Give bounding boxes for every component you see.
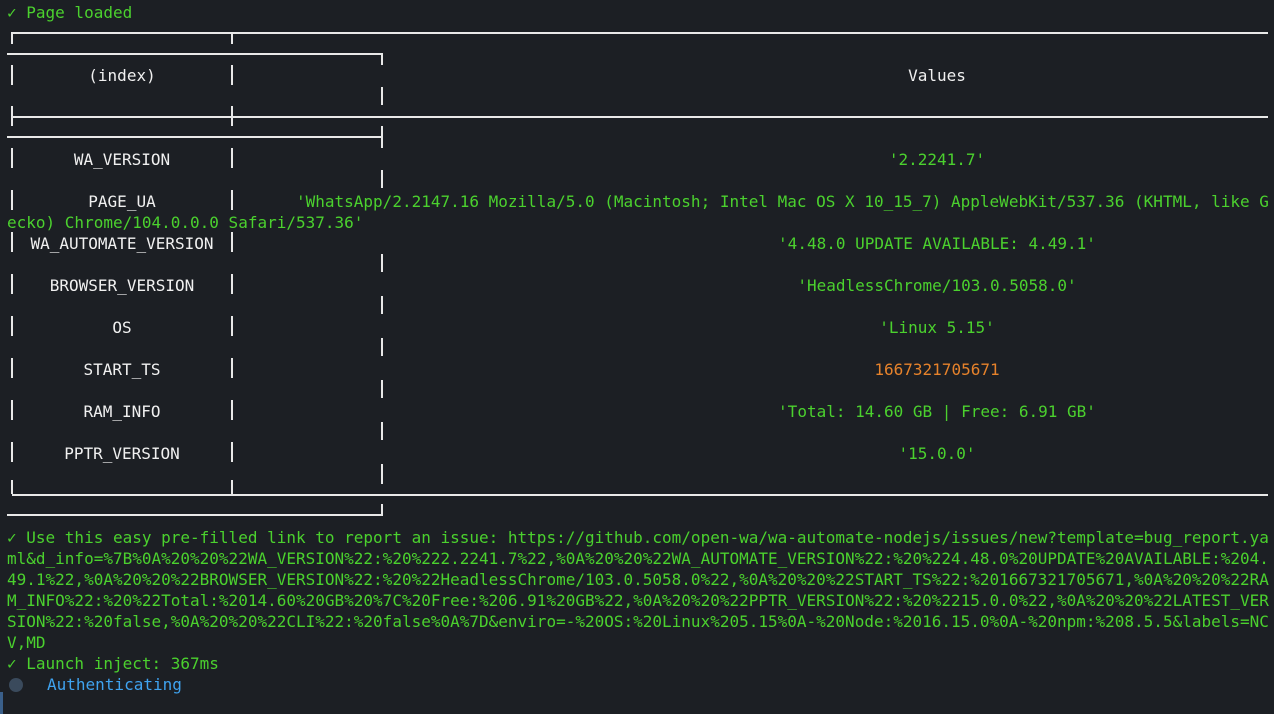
table-border-top [12,32,1268,34]
table-vline [381,338,383,356]
table-row-key: START_TS [83,360,161,379]
table-row-value: '2.2241.7' [888,150,986,169]
table-row-value: '4.48.0 UPDATE AVAILABLE: 4.49.1' [778,234,1096,253]
table-vline [11,32,13,44]
left-edge-marker [0,692,3,714]
table-border-bottom-inner [7,514,382,516]
table-row-key: OS [112,318,132,337]
table-vline [11,106,13,126]
table-vline [381,422,383,440]
authenticating-status: Authenticating [47,675,182,694]
table-border-header-inner [7,136,382,138]
table-row-key: BROWSER_VERSION [49,276,195,295]
value-indent [7,192,296,211]
table-row-value: 1667321705671 [874,360,1000,379]
table-row-value: 'Total: 14.60 GB | Free: 6.91 GB' [778,402,1096,421]
table-vline [381,87,383,105]
page-loaded-status: ✓ Page loaded [7,3,133,22]
table-row-key: WA_AUTOMATE_VERSION [30,234,214,253]
table-vline [381,254,383,272]
table-vline [381,53,383,65]
table-border-header [12,116,1268,118]
header-index: (index) [88,66,156,85]
table-row-key: PPTR_VERSION [64,444,180,463]
table-row-value: 'HeadlessChrome/103.0.5058.0' [797,276,1077,295]
header-values: Values [908,66,966,85]
table-vline [381,464,383,484]
spinner-icon [9,678,23,692]
table-vline [381,504,383,516]
launch-inject-status: ✓ Launch inject: 367ms [7,654,219,673]
table-vline [381,170,383,188]
table-row-key: WA_VERSION [73,150,171,169]
table-vline [231,480,233,494]
table-vline [381,126,383,148]
table-row-key: RAM_INFO [83,402,161,421]
issue-link-message[interactable]: ✓ Use this easy pre-filled link to repor… [7,527,1269,653]
table-vline [11,480,13,494]
table-border-top-inner [7,53,382,55]
table-vline [231,32,233,44]
table-row-value: 'Linux 5.15' [879,318,995,337]
table-vline [381,380,383,398]
table-row-value: 'WhatsApp/2.2147.16 Mozilla/5.0 (Macinto… [7,191,1269,233]
table-row-value: '15.0.0' [898,444,976,463]
table-vline [381,296,383,314]
table-border-bottom [12,494,1268,496]
table-vline [231,106,233,126]
